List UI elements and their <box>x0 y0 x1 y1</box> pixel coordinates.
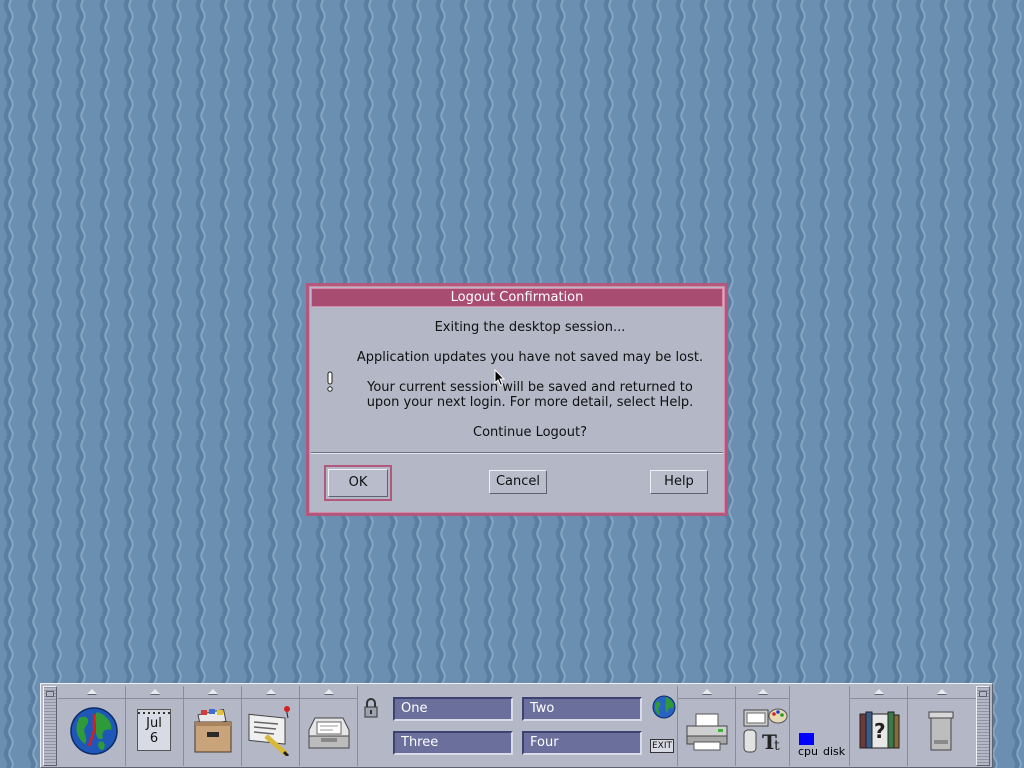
subpanel-arrow[interactable] <box>678 686 735 699</box>
dialog-separator <box>311 452 723 454</box>
panel-right-handle[interactable] <box>976 686 990 766</box>
workspace-one-button[interactable]: One <box>393 697 513 721</box>
mailer-icon[interactable] <box>305 710 353 754</box>
subpanel-arrow[interactable] <box>126 686 183 699</box>
svg-text:?: ? <box>874 719 886 743</box>
subpanel-arrow[interactable] <box>736 686 789 699</box>
cancel-button[interactable]: Cancel <box>489 470 547 494</box>
dialog-title[interactable]: Logout Confirmation <box>311 288 723 307</box>
panel-left-handle[interactable] <box>43 686 57 766</box>
logout-confirmation-dialog: Logout Confirmation Exiting the desktop … <box>306 283 728 516</box>
panel-slot-text-editor <box>242 686 300 766</box>
exit-button[interactable]: EXIT <box>650 739 674 753</box>
panel-slot-file-manager <box>184 686 242 766</box>
calendar-icon[interactable]: Jul 6 <box>137 709 171 751</box>
text-editor-icon[interactable] <box>246 704 296 756</box>
message-session-saved: Your current session will be saved and r… <box>367 380 693 395</box>
printer-icon[interactable] <box>684 712 730 752</box>
message-continue-logout: Continue Logout? <box>473 425 587 440</box>
message-exiting: Exiting the desktop session... <box>434 320 626 335</box>
svg-text:t: t <box>774 738 780 754</box>
globe-clock-icon[interactable] <box>69 706 119 756</box>
subpanel-arrow[interactable] <box>850 686 907 699</box>
calendar-day: 6 <box>149 731 159 746</box>
workspace-switch: One Two Three Four EXIT <box>358 686 678 766</box>
disk-label: disk <box>823 745 846 758</box>
busy-globe-icon <box>652 695 676 719</box>
panel-slot-mailer <box>300 686 358 766</box>
subpanel-arrow[interactable] <box>58 686 125 699</box>
desktop: Logout Confirmation Exiting the desktop … <box>0 0 1024 768</box>
help-manager-icon[interactable]: ? <box>858 710 902 750</box>
panel-slot-performance-meter: cpu disk <box>790 686 850 766</box>
subpanel-arrow[interactable] <box>242 686 299 699</box>
ok-button[interactable]: OK <box>328 469 388 497</box>
subpanel-arrow[interactable] <box>908 686 976 699</box>
trash-can-icon[interactable] <box>926 710 956 752</box>
message-unsaved-warning: Application updates you have not saved m… <box>356 350 704 365</box>
dialog-body: Exiting the desktop session... Applicati… <box>311 308 723 452</box>
message-help-detail: upon your next login. For more detail, s… <box>366 395 694 410</box>
help-button[interactable]: Help <box>650 470 708 494</box>
workspace-two-button[interactable]: Two <box>522 697 642 721</box>
panel-slot-trash <box>908 686 976 766</box>
workspace-three-button[interactable]: Three <box>393 731 513 755</box>
front-panel: Jul 6 One Two Three Four EXIT T t cpu di… <box>40 683 993 768</box>
cpu-label: cpu <box>798 745 819 758</box>
calendar-month: Jul <box>146 716 162 731</box>
workspace-four-button[interactable]: Four <box>522 731 642 755</box>
panel-slot-help-manager: ? <box>850 686 908 766</box>
cpu-meter-indicator[interactable] <box>799 733 814 745</box>
panel-slot-printer <box>678 686 736 766</box>
file-manager-icon[interactable] <box>191 706 235 754</box>
panel-slot-style-manager: T t <box>736 686 790 766</box>
subpanel-arrow[interactable] <box>184 686 241 699</box>
panel-slot-clock <box>58 686 126 766</box>
style-manager-icon[interactable]: T t <box>740 704 788 754</box>
panel-slot-calendar: Jul 6 <box>126 686 184 766</box>
subpanel-arrow[interactable] <box>300 686 357 699</box>
mouse-pointer-icon <box>494 369 506 387</box>
warning-icon <box>327 371 333 392</box>
lock-icon[interactable] <box>363 698 379 718</box>
